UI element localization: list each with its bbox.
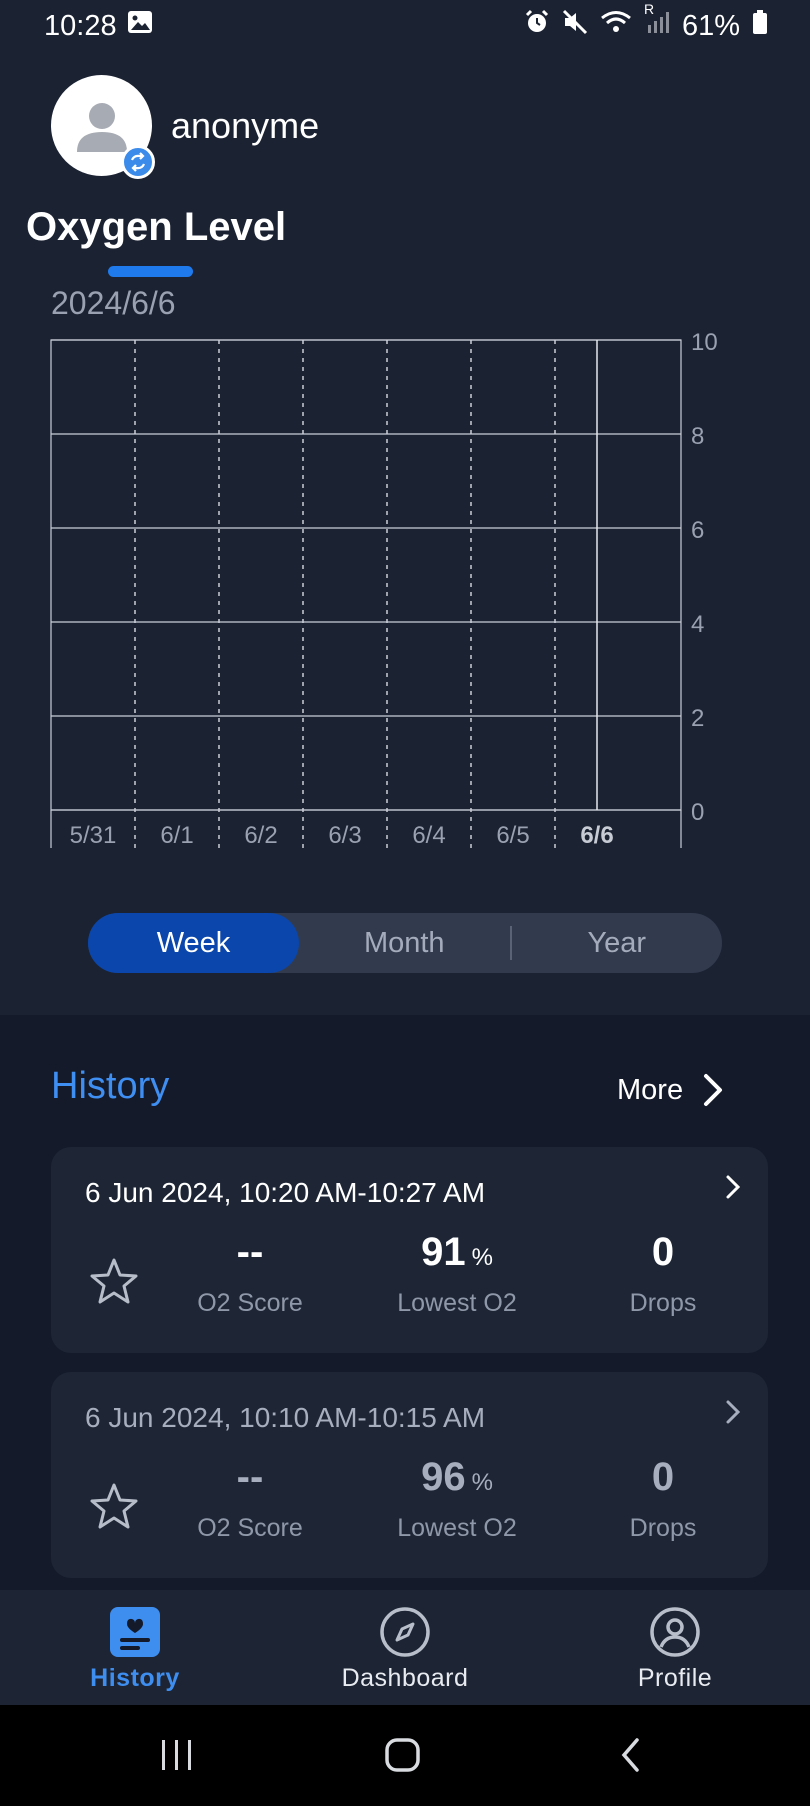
more-button[interactable]: More	[617, 1072, 725, 1108]
bottom-nav: History Dashboard Profile	[0, 1590, 810, 1705]
o2-score-stat: -- O2 Score	[160, 1452, 340, 1543]
username: anonyme	[171, 104, 320, 146]
chart-y-tick-label: 4	[691, 611, 704, 638]
o2-score-value: --	[236, 1230, 264, 1274]
signal-letter: R	[643, 1, 655, 17]
avatar[interactable]	[51, 75, 155, 179]
record-datetime: 6 Jun 2024, 10:10 AM-10:15 AM	[85, 1402, 486, 1433]
history-icon	[110, 1607, 160, 1657]
range-year-tab[interactable]: Year	[512, 913, 723, 973]
chart-x-tick-label: 6/3	[328, 822, 361, 849]
chart-y-tick-label: 8	[691, 423, 704, 450]
chart-y-tick-label: 10	[691, 330, 718, 356]
o2-score-stat: -- O2 Score	[160, 1227, 340, 1318]
drops-label: Drops	[629, 1514, 697, 1542]
chart-x-tick-label: 6/1	[160, 822, 193, 849]
star-icon[interactable]	[89, 1482, 139, 1530]
status-time: 10:28	[44, 9, 117, 42]
compass-icon	[380, 1607, 430, 1657]
lowest-o2-value: 91	[421, 1230, 466, 1274]
chart-y-tick-label: 0	[691, 799, 704, 826]
record-datetime: 6 Jun 2024, 10:20 AM-10:27 AM	[85, 1177, 486, 1208]
range-week-tab[interactable]: Week	[88, 913, 299, 973]
status-bar: 10:28 R 61%	[0, 0, 810, 52]
star-icon[interactable]	[89, 1257, 139, 1305]
signal-icon: R	[644, 1, 670, 43]
chart-selected-date: 2024/6/6	[51, 285, 176, 321]
chevron-right-icon	[726, 1175, 741, 1199]
lowest-o2-value-wrap: 91%	[367, 1227, 547, 1277]
range-selector: Week Month Year	[88, 913, 722, 973]
nav-history-label: History	[90, 1664, 180, 1692]
nav-dashboard-label: Dashboard	[341, 1664, 469, 1692]
chevron-right-icon	[704, 1074, 723, 1106]
drops-value: 0	[651, 1455, 675, 1499]
drops-stat: 0 Drops	[573, 1227, 753, 1318]
o2-score-value: --	[236, 1455, 264, 1499]
o2-score-label: O2 Score	[197, 1514, 303, 1542]
drops-label: Drops	[629, 1289, 697, 1317]
chart-x-tick-label: 6/5	[496, 822, 529, 849]
chevron-right-icon	[726, 1400, 741, 1424]
profile-header: anonyme	[51, 75, 320, 179]
lowest-o2-value-wrap: 96%	[367, 1452, 547, 1502]
oxygen-chart: 10 8 6 4 2 0 5/31 6/1 6/2 6/3 6/4 6/5 6/6	[50, 330, 718, 849]
title-underline	[108, 266, 193, 277]
profile-icon	[650, 1607, 700, 1657]
lowest-o2-value: 96	[421, 1455, 466, 1499]
chart-y-tick-label: 2	[691, 705, 704, 732]
history-record-card[interactable]: 6 Jun 2024, 10:20 AM-10:27 AM -- O2 Scor…	[51, 1147, 768, 1353]
lowest-o2-label: Lowest O2	[397, 1289, 517, 1317]
sync-icon[interactable]	[121, 145, 155, 179]
chart-x-tick-label: 6/6	[580, 822, 613, 849]
chart-x-tick-label: 6/4	[412, 822, 445, 849]
nav-dashboard[interactable]: Dashboard	[305, 1606, 505, 1693]
drops-stat: 0 Drops	[573, 1452, 753, 1543]
lowest-o2-label: Lowest O2	[397, 1514, 517, 1542]
chart-x-tick-label: 6/2	[244, 822, 277, 849]
gallery-icon	[127, 9, 153, 43]
lowest-o2-unit: %	[471, 1244, 493, 1271]
nav-profile[interactable]: Profile	[575, 1606, 775, 1693]
lowest-o2-stat: 96% Lowest O2	[367, 1452, 547, 1543]
lowest-o2-stat: 91% Lowest O2	[367, 1227, 547, 1318]
lowest-o2-unit: %	[471, 1469, 493, 1496]
more-label: More	[617, 1073, 684, 1106]
history-title: History	[51, 1065, 170, 1107]
battery-percent: 61%	[681, 9, 740, 42]
nav-history[interactable]: History	[35, 1606, 235, 1693]
back-icon[interactable]	[618, 1735, 644, 1775]
battery-icon	[752, 9, 768, 43]
range-month-tab[interactable]: Month	[299, 913, 510, 973]
mute-icon	[562, 9, 588, 43]
chart-y-tick-label: 6	[691, 517, 704, 544]
nav-profile-label: Profile	[637, 1664, 713, 1692]
chart-frame	[50, 339, 682, 811]
chart-x-tick-label: 5/31	[70, 822, 117, 849]
alarm-icon	[524, 9, 550, 43]
drops-value: 0	[651, 1230, 675, 1274]
history-record-card[interactable]: 6 Jun 2024, 10:10 AM-10:15 AM -- O2 Scor…	[51, 1372, 768, 1578]
user-silhouette-icon	[76, 102, 127, 152]
home-icon[interactable]	[383, 1735, 423, 1775]
recent-apps-icon[interactable]	[160, 1735, 194, 1775]
o2-score-label: O2 Score	[197, 1289, 303, 1317]
page-title: Oxygen Level	[26, 205, 287, 249]
wifi-icon	[600, 9, 632, 43]
system-nav-bar	[0, 1705, 810, 1806]
